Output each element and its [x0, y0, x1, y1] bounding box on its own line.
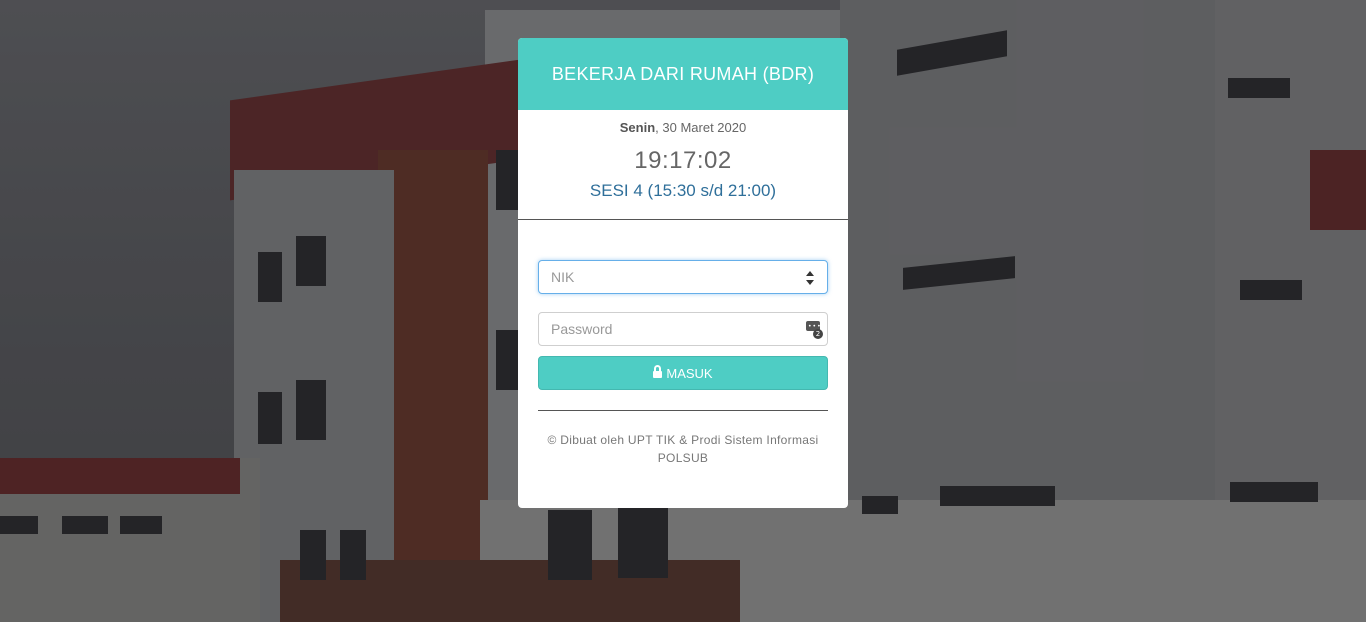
password-input[interactable] [539, 313, 827, 345]
login-form: ••• 2 MASUK [518, 220, 848, 390]
login-button[interactable]: MASUK [538, 356, 828, 390]
nik-input[interactable] [539, 261, 827, 293]
keypad-icon[interactable]: ••• 2 [806, 321, 823, 339]
current-day: Senin [619, 120, 656, 135]
lock-icon [653, 365, 663, 379]
spinner-icon[interactable] [805, 270, 815, 286]
page-title: BEKERJA DARI RUMAH (BDR) [551, 63, 815, 84]
card-header: BEKERJA DARI RUMAH (BDR) [518, 38, 848, 110]
current-time: 19:17:02 [634, 147, 732, 174]
footer-credit: © Dibuat oleh UPT TIK & Prodi Sistem Inf… [547, 433, 819, 465]
login-button-label: MASUK [666, 365, 713, 381]
current-date-text: , 30 Maret 2020 [655, 120, 747, 135]
session-info: SESI 4 (15:30 s/d 21:00) [589, 181, 777, 200]
nik-field-wrapper [538, 260, 828, 294]
login-card: BEKERJA DARI RUMAH (BDR) Senin, 30 Maret… [518, 38, 848, 508]
password-field-wrapper: ••• 2 [538, 312, 828, 346]
current-date: Senin, 30 Maret 2020 [518, 120, 848, 135]
divider [538, 410, 828, 411]
